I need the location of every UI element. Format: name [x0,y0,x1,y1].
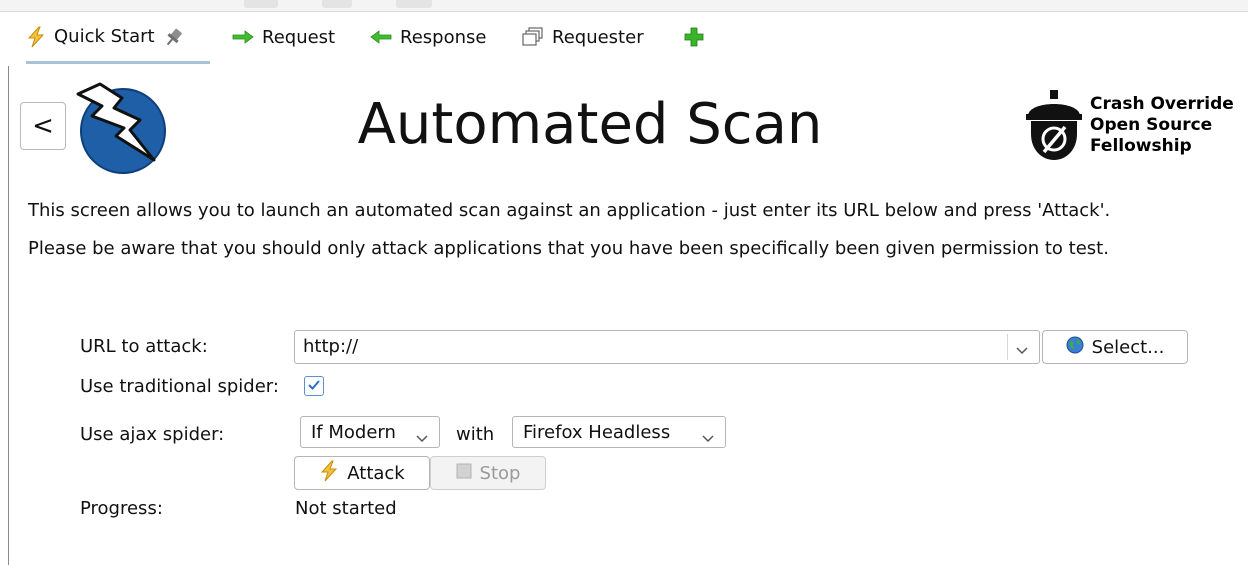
chevron-down-icon [701,428,715,449]
add-tab-button[interactable] [684,12,704,62]
arrow-right-icon [232,30,254,44]
stop-button[interactable]: Stop [430,456,546,490]
select-button-label: Select... [1091,336,1165,358]
select-url-button[interactable]: Select... [1042,330,1188,364]
stop-icon [456,463,472,484]
tab-label: Request [262,26,336,48]
window-top-strip [0,0,1248,12]
progress-label: Progress: [80,498,163,519]
url-combobox[interactable]: http:// [294,330,1040,364]
url-label: URL to attack: [80,336,208,357]
arrow-left-icon [370,30,392,44]
tab-request[interactable]: Request [232,12,335,62]
fellowship-logo-text: Crash Override Open Source Fellowship [1090,94,1234,157]
browser-select[interactable]: Firefox Headless [512,416,726,448]
chevron-down-icon [415,428,429,449]
page-title: Automated Scan [357,92,823,157]
fellowship-line: Fellowship [1090,136,1192,156]
tab-label: Response [400,26,487,48]
check-icon [307,377,321,396]
traditional-spider-checkbox[interactable] [304,376,324,396]
description-line: This screen allows you to launch an auto… [28,200,1111,221]
description-warning: Please be aware that you should only att… [28,238,1109,259]
fellowship-line: Open Source [1090,115,1213,135]
ajax-spider-label: Use ajax spider: [80,424,225,445]
toolbar-ghost [396,0,432,8]
with-label: with [456,424,495,445]
tab-quick-start[interactable]: Quick Start [26,12,210,64]
globe-icon [1066,336,1084,359]
browser-value: Firefox Headless [523,421,671,443]
lightning-icon [319,460,339,487]
toolbar-ghost [244,0,278,8]
tab-response[interactable]: Response [370,12,486,62]
toolbar-ghost [322,0,352,8]
ajax-mode-select[interactable]: If Modern [300,416,440,448]
tab-label: Quick Start [54,26,155,47]
fellowship-line: Crash Override [1090,94,1234,114]
combo-separator [1007,334,1008,360]
acorn-logo-icon [1022,90,1086,166]
ajax-mode-value: If Modern [311,421,396,443]
plus-icon [684,27,704,47]
stop-button-label: Stop [479,462,521,484]
traditional-spider-label: Use traditional spider: [80,376,279,397]
progress-status: Not started [295,498,397,519]
tab-label: Requester [552,26,644,48]
chevron-down-icon[interactable] [1015,341,1029,360]
url-input[interactable]: http:// [303,336,358,357]
tab-bar: Quick Start Request Response Requester [0,12,1248,64]
pin-icon[interactable] [163,26,185,48]
lightning-icon [26,26,46,48]
windows-icon [522,27,544,47]
attack-button-label: Attack [347,462,405,484]
tab-requester[interactable]: Requester [522,12,644,62]
attack-button[interactable]: Attack [294,456,430,490]
zap-logo-icon [58,76,168,180]
